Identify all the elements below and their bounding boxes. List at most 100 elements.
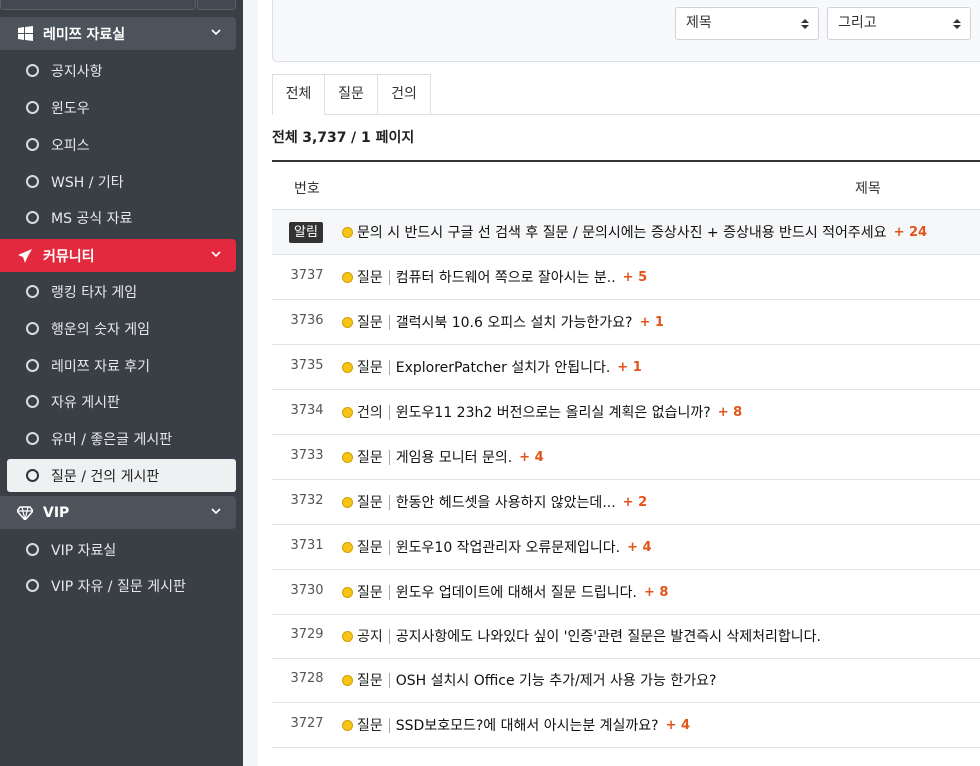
- sidebar-item-vip-archive[interactable]: VIP 자료실: [0, 532, 236, 567]
- sidebar-search-input[interactable]: [0, 0, 196, 10]
- tab-question[interactable]: 질문: [324, 74, 378, 115]
- sidebar-category-community[interactable]: 커뮤니티: [0, 239, 236, 272]
- table-row[interactable]: 3735 질문 ExplorerPatcher 설치가 안됩니다. + 1: [272, 345, 980, 390]
- comment-count: + 8: [643, 584, 669, 600]
- sidebar-category-label: 커뮤니티: [43, 248, 95, 265]
- comment-count: + 4: [627, 539, 652, 555]
- sidebar-item-label: 공지사항: [51, 63, 103, 80]
- row-title-link[interactable]: 윈도우10 작업관리자 오류문제입니다.: [396, 537, 620, 557]
- sidebar-item-question-board[interactable]: 질문 / 건의 게시판: [7, 459, 236, 492]
- table-header: 번호 제목: [272, 160, 980, 210]
- coin-icon: [342, 316, 353, 328]
- sidebar-item-wsh-etc[interactable]: WSH / 기타: [0, 164, 236, 199]
- row-subject: 건의 윈도우11 23h2 버전으로는 올리실 계획은 없습니까? + 8: [342, 402, 742, 422]
- row-category: 질문: [357, 673, 383, 689]
- row-category: 질문: [357, 495, 383, 511]
- comment-count: + 5: [622, 269, 648, 285]
- row-title-link[interactable]: 갤럭시북 10.6 오피스 설치 가능한가요?: [396, 312, 633, 332]
- sidebar-category-remiz-archive[interactable]: 레미쯔 자료실: [0, 17, 236, 50]
- row-category: 질문: [357, 585, 383, 601]
- sidebar-item-label: 오피스: [51, 137, 90, 154]
- row-title-link[interactable]: 한동안 헤드셋을 사용하지 않았는데...: [396, 492, 616, 512]
- row-title-link[interactable]: 컴퓨터 하드웨어 쪽으로 잘아시는 분..: [396, 267, 616, 287]
- table-row[interactable]: 3727 질문 SSD보호모드?에 대해서 아시는분 계실까요? + 4: [272, 703, 980, 748]
- search-operator-select-value: 그리고: [838, 15, 877, 31]
- table-row[interactable]: 3731 질문 윈도우10 작업관리자 오류문제입니다. + 4: [272, 525, 980, 570]
- row-title-link[interactable]: ExplorerPatcher 설치가 안됩니다.: [396, 357, 611, 377]
- row-category: 건의: [357, 405, 383, 421]
- row-title-link[interactable]: 문의 시 반드시 구글 선 검색 후 질문 / 문의시에는 증상사진 + 증상내…: [357, 222, 887, 242]
- row-subject: 공지 공지사항에도 나와있다 싶이 '인증'관련 질문은 발견즉시 삭제처리합니…: [342, 626, 821, 646]
- table-row[interactable]: 3737 질문 컴퓨터 하드웨어 쪽으로 잘아시는 분.. + 5: [272, 255, 980, 300]
- row-title-link[interactable]: 게임용 모니터 문의.: [396, 447, 512, 467]
- coin-icon: [342, 271, 353, 283]
- divider: [388, 359, 390, 375]
- row-number: 3735: [290, 358, 324, 373]
- row-subject: 문의 시 반드시 구글 선 검색 후 질문 / 문의시에는 증상사진 + 증상내…: [342, 222, 927, 242]
- sidebar-item-notice[interactable]: 공지사항: [0, 53, 236, 88]
- table-row[interactable]: 3729 공지 공지사항에도 나와있다 싶이 '인증'관련 질문은 발견즉시 삭…: [272, 614, 980, 659]
- row-subject: 질문 갤럭시북 10.6 오피스 설치 가능한가요? + 1: [342, 312, 664, 332]
- sidebar-item-ms-official[interactable]: MS 공식 자료: [0, 200, 236, 235]
- row-title-link[interactable]: SSD보호모드?에 대해서 아시는분 계실까요?: [396, 715, 659, 735]
- coin-icon: [342, 496, 353, 508]
- sidebar-search-button[interactable]: [197, 0, 236, 10]
- coin-icon: [342, 361, 353, 373]
- tab-all[interactable]: 전체: [272, 74, 325, 115]
- chevron-down-icon: [211, 251, 221, 258]
- row-category: 질문: [357, 360, 383, 376]
- row-subject: 질문 OSH 설치시 Office 기능 추가/제거 사용 가능 한가요?: [342, 670, 716, 690]
- search-operator-select[interactable]: 그리고: [827, 7, 971, 40]
- table-row[interactable]: 3733 질문 게임용 모니터 문의. + 4: [272, 435, 980, 480]
- table-row[interactable]: 3736 질문 갤럭시북 10.6 오피스 설치 가능한가요? + 1: [272, 300, 980, 345]
- row-category: 질문: [357, 540, 383, 556]
- circle-icon: [26, 359, 39, 372]
- table-row[interactable]: 3732 질문 한동안 헤드셋을 사용하지 않았는데... + 2: [272, 480, 980, 525]
- table-row[interactable]: 3734 건의 윈도우11 23h2 버전으로는 올리실 계획은 없습니까? +…: [272, 390, 980, 435]
- divider: [388, 539, 390, 555]
- row-title-link[interactable]: OSH 설치시 Office 기능 추가/제거 사용 가능 한가요?: [396, 670, 717, 690]
- search-field-select[interactable]: 제목: [675, 7, 819, 40]
- row-title-link[interactable]: 윈도우 업데이트에 대해서 질문 드립니다.: [396, 582, 637, 602]
- sidebar-item-vip-free-board[interactable]: VIP 자유 / 질문 게시판: [0, 568, 236, 603]
- sidebar-item-free-board[interactable]: 자유 게시판: [0, 384, 236, 419]
- table-row-notice[interactable]: 알림 문의 시 반드시 구글 선 검색 후 질문 / 문의시에는 증상사진 + …: [272, 210, 980, 255]
- circle-icon: [26, 64, 39, 77]
- coin-icon: [342, 586, 353, 598]
- row-number: 3733: [290, 448, 324, 463]
- paper-plane-icon: [17, 248, 33, 264]
- divider: [388, 404, 390, 420]
- coin-icon: [342, 719, 353, 731]
- circle-icon: [26, 322, 39, 335]
- row-number: 3734: [290, 403, 324, 418]
- divider: [388, 494, 390, 510]
- row-subject: 질문 ExplorerPatcher 설치가 안됩니다. + 1: [342, 357, 642, 377]
- sidebar-item-reviews[interactable]: 레미쯔 자료 후기: [0, 348, 236, 383]
- tab-suggestion[interactable]: 건의: [377, 74, 431, 115]
- circle-icon: [26, 432, 39, 445]
- divider: [388, 449, 390, 465]
- table-row[interactable]: 3728 질문 OSH 설치시 Office 기능 추가/제거 사용 가능 한가…: [272, 658, 980, 703]
- sidebar-item-label: 자유 게시판: [51, 394, 120, 411]
- sidebar-item-office[interactable]: 오피스: [0, 127, 236, 162]
- sidebar-item-lucky-number-game[interactable]: 행운의 숫자 게임: [0, 311, 236, 346]
- row-number: 3727: [290, 716, 324, 731]
- chevron-down-icon: [211, 29, 221, 36]
- sidebar-category-label: 레미쯔 자료실: [43, 26, 126, 43]
- circle-icon: [26, 469, 39, 482]
- row-title-link[interactable]: 공지사항에도 나와있다 싶이 '인증'관련 질문은 발견즉시 삭제처리합니다.: [396, 626, 821, 646]
- sidebar-item-label: 레미쯔 자료 후기: [51, 358, 151, 375]
- search-panel: 제목 그리고: [272, 0, 980, 62]
- sidebar-category-vip[interactable]: VIP: [0, 496, 236, 529]
- sidebar-item-typing-game[interactable]: 랭킹 타자 게임: [0, 274, 236, 309]
- row-subject: 질문 한동안 헤드셋을 사용하지 않았는데... + 2: [342, 492, 647, 512]
- sidebar-item-humor-board[interactable]: 유머 / 좋은글 게시판: [0, 421, 236, 456]
- sidebar-item-windows[interactable]: 윈도우: [0, 90, 236, 125]
- sidebar-category-label: VIP: [43, 504, 70, 521]
- row-subject: 질문 컴퓨터 하드웨어 쪽으로 잘아시는 분.. + 5: [342, 267, 647, 287]
- row-title-link[interactable]: 윈도우11 23h2 버전으로는 올리실 계획은 없습니까?: [396, 402, 711, 422]
- row-number: 3731: [290, 538, 324, 553]
- table-row[interactable]: 3730 질문 윈도우 업데이트에 대해서 질문 드립니다. + 8: [272, 570, 980, 615]
- row-number: 3732: [290, 493, 324, 508]
- sidebar: 레미쯔 자료실 공지사항 윈도우 오피스 WSH / 기타 MS 공식 자료 커…: [0, 0, 243, 766]
